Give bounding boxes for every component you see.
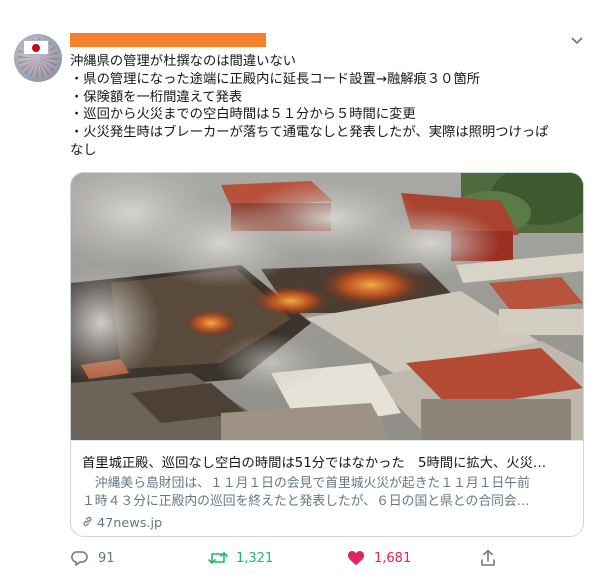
retweet-icon [208,549,228,567]
tweet-line: ・火災発生時はブレーカーが落ちて通電なしと発表したが、実際は照明つけっぱ [70,125,549,141]
card-title[interactable]: 首里城正殿、巡回なし空白の時間は51分ではなかった 5時間に拡大、火災… [82,455,574,473]
reply-button[interactable]: 91 [70,548,115,568]
action-bar: 91 1,321 1,681 [70,548,590,568]
link-icon [82,516,94,532]
card-description-line: １時４３分に正殿内の巡回を終えたと発表したが、６日の国と県との合同会… [82,494,530,509]
like-button[interactable]: 1,681 [346,548,411,568]
tweet-line: ・保険額を一桁間違えて発表 [70,89,243,105]
card-description: 沖縄美ら島財団は、１１月１日の会見で首里城火災が起きた１１月１日午前 １時４３分… [82,475,578,511]
card-description-line: 沖縄美ら島財団は、１１月１日の会見で首里城火災が起きた１１月１日午前 [82,476,530,491]
tweet-text: 沖縄県の管理が杜撰なのは間違いない ・県の管理になった途端に正殿内に延長コード設… [70,53,590,160]
share-button[interactable] [478,548,506,568]
like-count: 1,681 [374,550,412,566]
card-domain[interactable]: 47news.jp [82,516,162,532]
avatar-flag-image [23,40,49,55]
card-image[interactable] [71,173,583,440]
reply-count: 91 [98,550,115,566]
card-domain-text: 47news.jp [97,516,163,531]
tweet-line: 沖縄県の管理が杜撰なのは間違いない [70,54,297,69]
like-icon [346,549,366,567]
tweet-line: ・巡回から火災までの空白時間は５１分から５時間に変更 [70,107,416,123]
share-icon [478,549,498,567]
castle-fire-photo [71,173,583,440]
link-card[interactable]: 首里城正殿、巡回なし空白の時間は51分ではなかった 5時間に拡大、火災… 沖縄美… [70,172,584,537]
tweet: 沖縄県の管理が杜撰なのは間違いない ・県の管理になった途端に正殿内に延長コード設… [0,0,600,575]
reply-icon [70,549,90,567]
username-redaction-bar [70,33,266,47]
tweet-line: なし [70,142,97,158]
card-info[interactable]: 首里城正殿、巡回なし空白の時間は51分ではなかった 5時間に拡大、火災… 沖縄美… [71,440,583,536]
retweet-button[interactable]: 1,321 [208,548,273,568]
retweet-count: 1,321 [236,550,274,566]
more-options-icon[interactable] [569,34,585,48]
tweet-line: ・県の管理になった途端に正殿内に延長コード設置→融解痕３０箇所 [70,71,481,87]
avatar[interactable] [14,34,62,82]
